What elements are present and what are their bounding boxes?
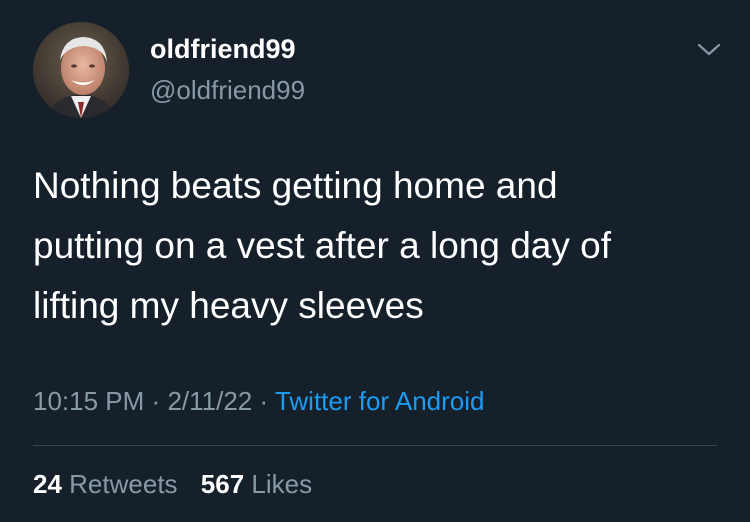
divider — [33, 445, 717, 446]
tweet-time[interactable]: 10:15 PM — [33, 386, 144, 416]
retweets-stat[interactable]: 24 Retweets — [33, 469, 178, 500]
meta-separator: · — [151, 386, 161, 416]
avatar[interactable] — [33, 22, 129, 118]
tweet-text: Nothing beats getting home and putting o… — [33, 156, 723, 336]
retweets-count: 24 — [33, 469, 62, 499]
tweet-text-line: Nothing beats getting home and — [33, 165, 558, 206]
tweet-meta: 10:15 PM · 2/11/22 · Twitter for Android — [33, 386, 484, 417]
tweet-card: oldfriend99 @oldfriend99 Nothing beats g… — [0, 0, 750, 522]
likes-label: Likes — [251, 469, 313, 499]
retweets-label: Retweets — [69, 469, 178, 499]
tweet-text-line: lifting my heavy sleeves — [33, 285, 424, 326]
avatar-photo — [33, 22, 129, 118]
display-name[interactable]: oldfriend99 — [150, 34, 296, 65]
meta-separator: · — [259, 386, 269, 416]
tweet-stats: 24 Retweets 567 Likes — [33, 469, 312, 500]
source-link[interactable]: Twitter for Android — [275, 386, 485, 416]
chevron-down-icon[interactable] — [694, 38, 724, 62]
likes-stat[interactable]: 567 Likes — [201, 469, 312, 500]
user-handle[interactable]: @oldfriend99 — [150, 75, 305, 106]
likes-count: 567 — [200, 469, 245, 499]
tweet-text-line: putting on a vest after a long day of — [33, 225, 611, 266]
tweet-date[interactable]: 2/11/22 — [167, 386, 252, 416]
